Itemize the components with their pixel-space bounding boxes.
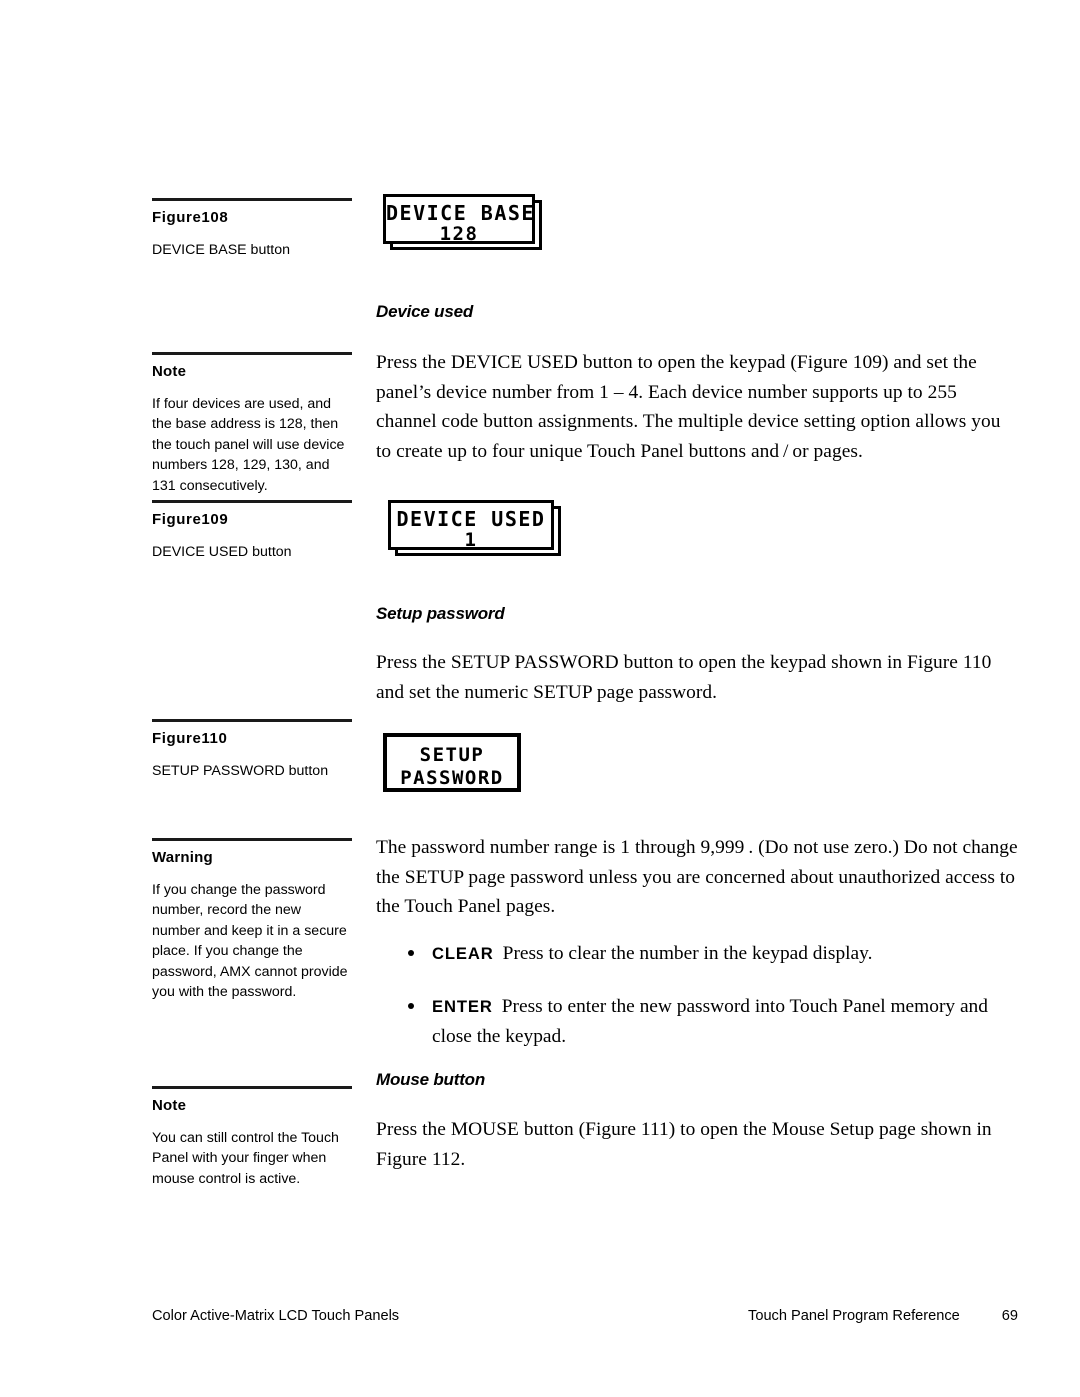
setup-password-button-label-line2: PASSWORD [400,767,504,789]
sidebar-block-figure-108: Figure108 DEVICE BASE button [152,198,352,260]
clear-key-label: CLEAR [432,944,494,963]
setup-password-section: Setup password [376,604,1018,624]
note-mouse-heading: Note [152,1097,187,1114]
figure-108-heading: Figure108 [152,209,229,226]
footer-document-title: Touch Panel Program Reference [748,1308,960,1324]
figure-110-heading: Figure110 [152,730,228,747]
setup-password-paragraph: Press the SETUP PASSWORD button to open … [376,652,992,703]
mouse-button-section: Mouse button [376,1070,1018,1090]
note-device-numbers-heading: Note [152,363,187,380]
mouse-button-paragraph: Press the MOUSE button (Figure 111) to o… [376,1119,992,1170]
footer-page-number: 69 [1001,1308,1018,1324]
mouse-button-heading: Mouse button [376,1070,486,1089]
section-divider-rule [152,838,352,841]
setup-password-paragraph-wrap: Press the SETUP PASSWORD button to open … [376,648,1018,707]
clear-key-description: Press to clear the number in the keypad … [502,943,873,964]
figure-108-caption: DEVICE BASE button [152,241,291,258]
enter-key-description: Press to enter the new password into Tou… [432,996,988,1047]
device-base-button-value: 128 [439,223,479,245]
note-device-numbers-body: If four devices are used, and the base a… [152,395,345,494]
sidebar-block-note-mouse: Note You can still control the Touch Pan… [152,1086,352,1189]
keypad-bullet-clear: CLEAR Press to clear the number in the ke… [376,939,1018,969]
device-used-heading: Device used [376,302,474,321]
setup-password-button[interactable]: SETUP PASSWORD [383,733,521,792]
device-used-paragraph-wrap: Press the DEVICE USED button to open the… [376,348,1018,466]
document-page: Figure108 DEVICE BASE button Note If fou… [0,0,1080,1397]
device-used-section: Device used [376,302,1018,322]
sidebar-block-figure-110: Figure110 SETUP PASSWORD button [152,719,352,781]
footer-product-name: Color Active-Matrix LCD Touch Panels [152,1308,400,1324]
bullet-dot-icon [408,950,414,956]
warning-password-body: If you change the password number, recor… [152,881,348,1001]
password-range-paragraph-wrap: The password number range is 1 through 9… [376,833,1018,922]
mouse-button-paragraph-wrap: Press the MOUSE button (Figure 111) to o… [376,1115,1018,1174]
section-divider-rule [152,500,352,503]
keypad-bullet-enter: ENTER Press to enter the new password int… [376,992,1018,1051]
figure-110-caption: SETUP PASSWORD button [152,762,329,779]
enter-key-label: ENTER [432,997,493,1016]
section-divider-rule [152,352,352,355]
device-base-button-label: DEVICE BASE [386,201,535,225]
device-base-button[interactable]: DEVICE BASE 128 [383,194,535,245]
figure-109-heading: Figure109 [152,511,229,528]
figure-109-caption: DEVICE USED button [152,543,292,560]
section-divider-rule [152,719,352,722]
device-used-button[interactable]: DEVICE USED 1 [388,500,554,551]
section-divider-rule [152,1086,352,1089]
setup-password-heading: Setup password [376,604,505,623]
setup-password-button-label-line1: SETUP [419,744,485,766]
device-used-button-label: DEVICE USED [396,507,546,531]
note-mouse-body: You can still control the Touch Panel wi… [152,1129,339,1187]
sidebar-block-figure-109: Figure109 DEVICE USED button [152,500,352,562]
page-footer: Color Active-Matrix LCD Touch Panels Tou… [152,1308,1018,1324]
warning-password-heading: Warning [152,849,213,866]
bullet-dot-icon [408,1003,414,1009]
sidebar-block-warning-password: Warning If you change the password numbe… [152,838,352,1003]
sidebar-block-note-device-numbers: Note If four devices are used, and the b… [152,352,352,496]
device-used-button-value: 1 [464,529,478,551]
device-used-paragraph: Press the DEVICE USED button to open the… [376,352,1001,462]
section-divider-rule [152,198,352,201]
password-range-paragraph: The password number range is 1 through 9… [376,837,1018,917]
